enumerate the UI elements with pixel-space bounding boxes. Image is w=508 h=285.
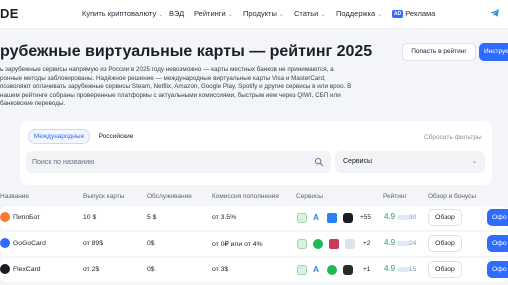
- add-to-rating-button[interactable]: Попасть в рейтинг: [402, 43, 476, 61]
- row-issue: 10 $: [83, 214, 97, 221]
- music-icon: [329, 239, 339, 249]
- page-title: рубежные виртуальные карты — рейтинг 202…: [0, 43, 373, 60]
- search-icon[interactable]: [314, 157, 324, 167]
- review-button[interactable]: Обзор: [428, 235, 462, 252]
- instruction-button[interactable]: Инструкц: [479, 43, 508, 61]
- ad-badge: AD: [392, 10, 404, 18]
- nav-item-support[interactable]: Поддержка ⌄: [336, 9, 382, 18]
- row-commission: от 3.5%: [212, 214, 237, 221]
- search-field[interactable]: [26, 151, 331, 173]
- review-button[interactable]: Обзор: [428, 209, 462, 226]
- apply-button[interactable]: Офо: [487, 261, 508, 278]
- row-name: GoGoCard: [0, 238, 46, 248]
- tab-international[interactable]: Международные: [28, 129, 90, 144]
- col-issue: Выпуск карты: [83, 193, 125, 200]
- avatar: [0, 212, 10, 222]
- more-services: +1: [363, 266, 371, 273]
- reviews-count: 15: [409, 266, 417, 273]
- rating-value: 4.9: [384, 212, 396, 221]
- row-commission: от 0₽ или от 4%: [212, 241, 263, 248]
- row-commission: от 3$: [212, 266, 229, 273]
- col-rating: Рейтинг: [383, 193, 407, 200]
- col-services: Сервисы: [296, 193, 323, 200]
- services-select[interactable]: Сервисы ⌄: [335, 151, 485, 173]
- chevron-down-icon: ⌄: [471, 159, 477, 165]
- red-icon: [343, 265, 353, 275]
- page-description: ь зарубежные сервисы напрямую из России …: [0, 66, 352, 108]
- acrobat-icon: A: [311, 265, 321, 275]
- filter-panel: Международные Российские Сбросить фильтр…: [20, 121, 492, 185]
- other-icon: [345, 239, 355, 249]
- chevron-down-icon: ⌄: [377, 12, 383, 18]
- col-name: Название: [0, 193, 30, 200]
- steam-icon: [297, 265, 307, 275]
- steam-icon: [297, 213, 307, 223]
- col-review: Обзор и бонусы: [428, 193, 477, 200]
- row-issue: от 2$: [83, 266, 100, 273]
- chevron-down-icon: ⌄: [278, 12, 284, 18]
- row-service: 0$: [147, 266, 155, 273]
- more-services: +2: [363, 240, 371, 247]
- table-row[interactable]: GoGoCard от 89$ 0$ от 0₽ или от 4% +2 4.…: [0, 232, 508, 256]
- acrobat-icon: A: [311, 213, 321, 223]
- tab-russian[interactable]: Российские: [93, 129, 139, 144]
- row-service: 0$: [147, 240, 155, 247]
- telegram-icon[interactable]: [489, 7, 501, 19]
- table-header: Название Выпуск карты Обслуживание Комис…: [0, 193, 508, 207]
- apply-button[interactable]: Офо: [487, 235, 508, 252]
- spotify-icon: [313, 239, 323, 249]
- black-icon: [343, 213, 353, 223]
- logo[interactable]: DE: [0, 6, 19, 21]
- reviews-count: 30: [409, 214, 417, 221]
- nav-item-buy-crypto[interactable]: Купить криптовалюту ⌄: [82, 9, 163, 18]
- top-nav: DE Купить криптовалюту ⌄ ВЭД Рейтинги ⌄ Пр…: [0, 0, 508, 29]
- book-icon: [327, 213, 337, 223]
- avatar: [0, 264, 10, 274]
- spotify-icon: [327, 265, 337, 275]
- more-services: +55: [360, 214, 372, 221]
- table-row[interactable]: ПиппБот 10 $ 5 $ от 3.5% A +55 4.9 30 Об…: [0, 206, 508, 230]
- nav-item-ved[interactable]: ВЭД: [169, 9, 184, 18]
- avatar: [0, 238, 10, 248]
- chevron-down-icon: ⌄: [320, 12, 326, 18]
- reviews-count: 24: [409, 240, 417, 247]
- steam-icon: [297, 239, 307, 249]
- apply-button[interactable]: Офо: [487, 209, 508, 226]
- rating-value: 4.9: [384, 264, 396, 273]
- nav-item-articles[interactable]: Статьи ⌄: [294, 9, 325, 18]
- table-row[interactable]: FlexCard от 2$ 0$ от 3$ A +1 4.9 15 Обзо…: [0, 258, 508, 282]
- nav-item-products[interactable]: Продукты ⌄: [243, 9, 284, 18]
- reset-filters-link[interactable]: Сбросить фильтры: [424, 134, 482, 141]
- chevron-down-icon: ⌄: [227, 12, 233, 18]
- search-input[interactable]: [32, 156, 302, 168]
- chevron-down-icon: ⌄: [158, 12, 164, 18]
- row-service: 5 $: [147, 214, 157, 221]
- col-commission: Комиссия пополнения: [212, 193, 279, 200]
- review-button[interactable]: Обзор: [428, 261, 462, 278]
- row-name: FlexCard: [0, 264, 41, 274]
- nav-item-ratings[interactable]: Рейтинги ⌄: [194, 9, 233, 18]
- nav-item-ads[interactable]: AD Реклама: [392, 9, 435, 18]
- row-name: ПиппБот: [0, 212, 40, 222]
- rating-value: 4.9: [384, 238, 396, 247]
- col-service: Обслуживание: [147, 193, 192, 200]
- row-issue: от 89$: [83, 240, 103, 247]
